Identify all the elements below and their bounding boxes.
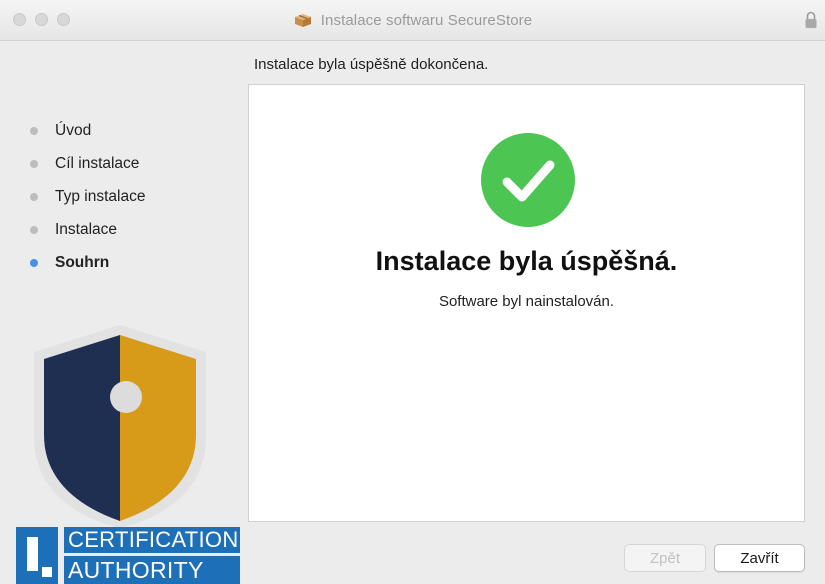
step-list: Úvod Cíl instalace Typ instalace Instala…	[30, 114, 145, 279]
shield-icon	[34, 325, 206, 528]
step-label: Úvod	[55, 121, 92, 139]
sidebar-step-type: Typ instalace	[30, 180, 145, 213]
step-label: Cíl instalace	[55, 154, 140, 172]
content-panel: Instalace byla úspěšná. Software byl nai…	[248, 84, 805, 522]
installer-window: Instalace softwaru SecureStore Instalace…	[0, 0, 825, 584]
title-bar: Instalace softwaru SecureStore	[0, 0, 825, 41]
success-subtitle: Software byl nainstalován.	[438, 293, 615, 310]
step-bullet-icon	[30, 192, 38, 201]
lock-icon[interactable]	[804, 10, 818, 30]
sidebar-step-installation: Instalace	[30, 213, 145, 246]
step-bullet-icon	[30, 225, 38, 234]
step-label: Souhrn	[55, 253, 110, 271]
checkmark-circle-icon	[481, 133, 575, 227]
step-label: Typ instalace	[55, 187, 146, 205]
sidebar-step-summary: Souhrn	[30, 246, 145, 279]
package-icon	[294, 14, 311, 27]
step-bullet-active-icon	[30, 258, 38, 267]
back-button[interactable]: Zpět	[624, 544, 706, 572]
logo-line-1: CERTIFICATION	[64, 527, 240, 553]
step-label: Instalace	[55, 220, 118, 238]
close-button[interactable]: Zavřít	[714, 544, 805, 572]
sidebar-step-intro: Úvod	[30, 114, 145, 147]
success-title: Instalace byla úspěšná.	[375, 246, 678, 276]
step-bullet-icon	[30, 126, 38, 135]
window-title: Instalace softwaru SecureStore	[320, 11, 533, 29]
logo-line-2: AUTHORITY	[64, 556, 240, 584]
sidebar-step-destination: Cíl instalace	[30, 147, 145, 180]
certification-authority-logo: CERTIFICATION AUTHORITY	[0, 527, 240, 584]
logo-mark-icon	[16, 527, 58, 584]
step-bullet-icon	[30, 159, 38, 168]
status-header: Instalace byla úspěšně dokončena.	[254, 56, 489, 73]
